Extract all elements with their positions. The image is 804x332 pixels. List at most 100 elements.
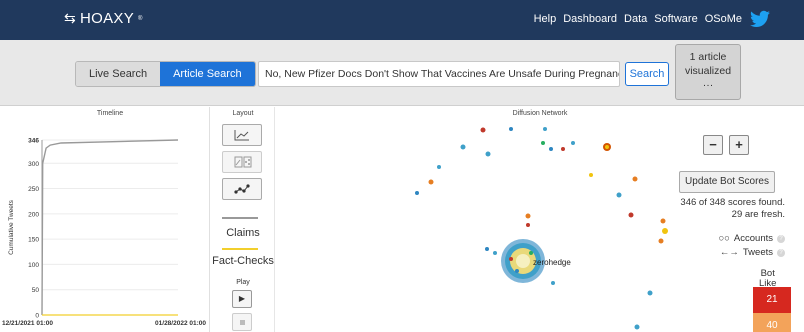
search-input[interactable]: No, New Pfizer Docs Don't Show That Vacc… [258, 61, 620, 87]
node[interactable] [628, 212, 634, 218]
legend-tweets-label: Tweets [742, 247, 773, 258]
y-tick-label: 250 [28, 186, 39, 193]
node[interactable] [485, 151, 491, 157]
play-button[interactable]: ▶ [232, 290, 252, 308]
article-search-tab[interactable]: Article Search [160, 62, 255, 86]
hub-account-label: zerohedge [533, 258, 571, 267]
node[interactable] [526, 223, 530, 227]
play-icon: ▶ [238, 294, 246, 303]
registered-mark: ® [138, 15, 143, 22]
node[interactable] [589, 173, 593, 177]
live-search-tab[interactable]: Live Search [76, 62, 161, 86]
nav-data[interactable]: Data [624, 13, 647, 25]
y-tick-label: 200 [28, 211, 39, 218]
hub-node-center [516, 254, 530, 268]
claims-series-line [41, 139, 179, 316]
diffusion-network-panel: Diffusion Network zerohedge − + Update B… [274, 107, 804, 332]
claims-label: Claims [226, 227, 260, 239]
node[interactable] [632, 176, 638, 182]
node[interactable] [415, 191, 419, 195]
nav-dashboard[interactable]: Dashboard [563, 13, 617, 25]
legend-accounts-label: Accounts [733, 233, 773, 244]
legend-tweets: ←→ Tweets ? [720, 247, 785, 258]
y-tick-label: 300 [28, 161, 39, 168]
search-bar: Live Search Article Search No, New Pfize… [0, 40, 804, 106]
node[interactable] [493, 251, 497, 255]
scores-fresh-text: 29 are fresh. [731, 209, 785, 220]
line-chart-icon [234, 130, 249, 141]
y-tick-label: 150 [28, 237, 39, 244]
fact-checks-legend-line [222, 248, 258, 250]
scores-found-text: 346 of 348 scores found. [680, 197, 785, 208]
bot-like-label: Bot Like [759, 269, 776, 289]
articles-visualized-label: 1 article visualized [684, 51, 732, 77]
node[interactable] [460, 144, 466, 150]
fact-checks-label: Fact-Checks [212, 255, 274, 267]
node[interactable] [561, 147, 565, 151]
zoom-out-button[interactable]: − [703, 135, 723, 155]
node[interactable] [549, 147, 553, 151]
brand-name: HOAXY [80, 10, 135, 27]
node[interactable] [660, 218, 666, 224]
help-icon[interactable]: ? [777, 248, 785, 257]
search-button[interactable]: Search [625, 62, 669, 86]
timeline-panel: Timeline 346 300 250 200 150 100 50 0 Cumulative… [0, 107, 210, 332]
network-icon [234, 184, 250, 194]
nav-software[interactable]: Software [654, 13, 697, 25]
x-tick-label-start: 12/21/2021 01:00 [2, 320, 53, 327]
more-dots: ··· [702, 79, 714, 91]
node[interactable] [634, 324, 640, 330]
bot-score-bar: 40 [753, 313, 791, 332]
x-tick-label-end: 01/28/2022 01:00 [155, 320, 206, 327]
split-view-icon [234, 156, 252, 168]
layout-network-button[interactable] [222, 178, 262, 200]
help-icon[interactable]: ? [777, 234, 785, 243]
node[interactable] [529, 251, 533, 255]
update-bot-scores-button[interactable]: Update Bot Scores [679, 171, 775, 193]
accounts-circles-icon: ○○ [718, 233, 730, 244]
twitter-icon[interactable] [750, 10, 770, 28]
layout-line-button[interactable] [222, 124, 262, 146]
tweets-arrows-icon: ←→ [719, 247, 739, 258]
node[interactable] [437, 165, 441, 169]
node[interactable] [509, 257, 513, 261]
node[interactable] [541, 141, 545, 145]
node[interactable] [428, 179, 434, 185]
network-controls: − + Update Bot Scores 346 of 348 scores … [671, 127, 791, 261]
nav-links: Help Dashboard Data Software OSoMe [534, 13, 742, 25]
node[interactable] [515, 269, 519, 273]
timeline-chart[interactable]: 346 300 250 200 150 100 50 0 Cumulative Tweets 12… [0, 107, 210, 332]
node[interactable] [485, 247, 489, 251]
node[interactable] [543, 127, 547, 131]
bot-scores-status: 346 of 348 scores found. 29 are fresh. [671, 197, 785, 221]
node[interactable] [616, 192, 622, 198]
node[interactable] [662, 228, 668, 234]
node[interactable] [551, 281, 555, 285]
brand[interactable]: ⇆ HOAXY ® [64, 10, 143, 27]
y-axis-label: Cumulative Tweets [8, 199, 15, 255]
node[interactable] [647, 290, 653, 296]
node[interactable] [658, 238, 664, 244]
top-navbar: ⇆ HOAXY ® Help Dashboard Data Software OS… [0, 0, 804, 40]
layout-split-button[interactable] [222, 151, 262, 173]
stop-button[interactable] [232, 313, 252, 331]
nav-help[interactable]: Help [534, 13, 557, 25]
stop-icon [240, 320, 245, 325]
claims-legend-line [222, 217, 258, 219]
node [605, 145, 609, 149]
node[interactable] [571, 141, 575, 145]
retweet-icon: ⇆ [64, 10, 77, 26]
legend-accounts: ○○ Accounts ? [718, 233, 785, 244]
y-tick-label: 100 [28, 262, 39, 269]
y-tick-label: 0 [35, 313, 39, 320]
nav-osome[interactable]: OSoMe [705, 13, 742, 25]
layout-controls: Layout Claims Fact-Checks Play ▶ [212, 107, 274, 332]
layout-title: Layout [232, 110, 254, 117]
articles-visualized-button[interactable]: 1 article visualized ··· [675, 44, 741, 100]
node[interactable] [509, 127, 513, 131]
zoom-in-button[interactable]: + [729, 135, 749, 155]
search-mode-toggle: Live Search Article Search [75, 61, 256, 87]
y-tick-label: 346 [28, 138, 39, 145]
node[interactable] [480, 127, 486, 133]
node[interactable] [525, 213, 531, 219]
